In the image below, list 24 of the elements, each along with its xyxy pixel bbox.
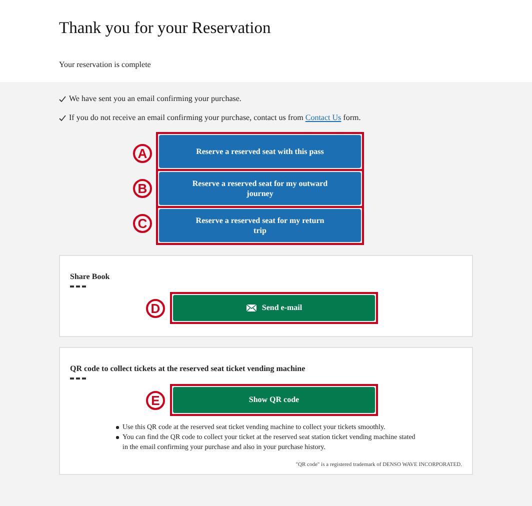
marker-letter: E [146, 390, 165, 410]
notice-text: If you do not receive an email confirming your purchase, contact us from Contact Us form. [69, 113, 361, 122]
heading-underline [70, 377, 86, 380]
reserve-button[interactable]: Reserve a reserved seat for my outward journey [159, 172, 361, 205]
heading-underline [70, 285, 86, 288]
bullet-icon [116, 436, 118, 439]
marker-letter: B [133, 179, 152, 198]
reserve-button[interactable]: Reserve a reserved seat with this pass [159, 135, 361, 168]
mail-icon [246, 304, 257, 312]
marker-letter: A [133, 144, 152, 163]
check-icon [59, 96, 66, 102]
bullet-icon [116, 426, 118, 428]
check-icon [59, 114, 66, 120]
page-title: Thank you for your Reservation [59, 18, 272, 38]
section-heading: Share Book [70, 272, 110, 281]
section-heading: QR code to collect tickets at the reserved seat ticket vending machine [70, 364, 306, 373]
status-text: Your reservation is complete [59, 60, 151, 69]
send-email-button[interactable]: Send e-mail [173, 295, 375, 321]
reserve-button[interactable]: Reserve a reserved seat for my return trip [159, 209, 361, 242]
contact-link[interactable]: Contact Us [305, 113, 342, 122]
marker-letter: D [146, 298, 165, 318]
show-qr-button[interactable]: Show QR code [173, 387, 375, 413]
notice-text: We have sent you an email confirming your purchase. [69, 94, 242, 103]
marker-letter: C [133, 214, 152, 233]
